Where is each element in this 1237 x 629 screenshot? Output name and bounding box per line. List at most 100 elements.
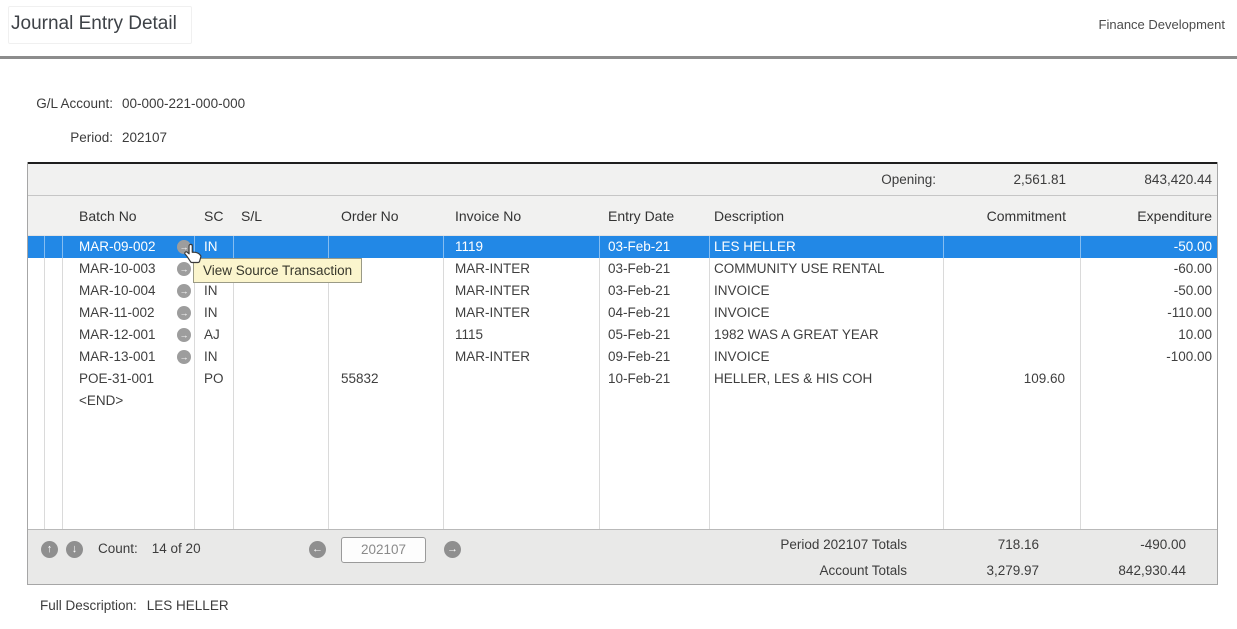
full-description-row: Full Description: LES HELLER xyxy=(40,598,229,613)
order-no xyxy=(329,302,444,324)
invoice-no: MAR-INTER xyxy=(444,302,600,324)
table-row[interactable]: POE-31-001 PO 55832 10-Feb-21 HELLER, LE… xyxy=(28,368,1217,390)
invoice-no xyxy=(444,368,600,390)
count-label: Count: xyxy=(98,541,138,556)
table-empty-area xyxy=(28,412,1217,529)
view-source-transaction-icon[interactable]: → xyxy=(177,350,191,364)
invoice-no: MAR-INTER xyxy=(444,346,600,368)
batch-no: MAR-10-004 xyxy=(79,280,156,302)
view-source-transaction-icon[interactable]: → xyxy=(177,306,191,320)
period-totals-commitment: 718.16 xyxy=(907,535,1039,554)
column-headers: Batch No SC S/L Order No Invoice No Entr… xyxy=(28,196,1217,236)
opening-commitment: 2,561.81 xyxy=(944,172,1081,187)
journal-entry-detail-page: Journal Entry Detail Finance Development… xyxy=(0,0,1237,629)
description: INVOICE xyxy=(710,346,944,368)
sc-code: PO xyxy=(195,368,234,390)
mouse-cursor-hand xyxy=(183,243,205,265)
record-count: Count: 14 of 20 xyxy=(98,541,201,556)
period-value: 202107 xyxy=(122,129,167,147)
period-totals-label: Period 202107 Totals xyxy=(780,535,907,554)
account-totals-expenditure: 842,930.44 xyxy=(1039,561,1186,580)
expenditure: -60.00 xyxy=(1081,258,1219,280)
commitment xyxy=(944,302,1081,324)
opening-label: Opening: xyxy=(28,172,944,187)
sc-code: IN xyxy=(195,302,234,324)
col-header-sc: SC xyxy=(195,208,234,224)
sc-code: IN xyxy=(195,280,234,302)
count-value: 14 of 20 xyxy=(152,541,201,556)
batch-no: MAR-10-003 xyxy=(79,258,156,280)
table-row-end-marker: <END> xyxy=(28,390,1217,412)
col-header-invoice-no: Invoice No xyxy=(444,208,600,224)
table-row[interactable]: MAR-12-001→ AJ 1115 05-Feb-21 1982 WAS A… xyxy=(28,324,1217,346)
commitment: 109.60 xyxy=(944,368,1081,390)
col-header-entry-date: Entry Date xyxy=(600,208,710,224)
end-marker: <END> xyxy=(79,390,123,412)
order-no xyxy=(329,324,444,346)
entry-date: 03-Feb-21 xyxy=(600,258,710,280)
commitment xyxy=(944,236,1081,258)
entry-date: 03-Feb-21 xyxy=(600,236,710,258)
app-header: Journal Entry Detail Finance Development xyxy=(0,0,1237,56)
table-row[interactable]: MAR-10-004→ IN MAR-INTER 03-Feb-21 INVOI… xyxy=(28,280,1217,302)
environment-label: Finance Development xyxy=(1099,17,1225,32)
col-header-expenditure: Expenditure xyxy=(1081,208,1219,224)
invoice-no: 1115 xyxy=(444,324,600,346)
sl-code xyxy=(234,302,329,324)
next-period-button[interactable]: → xyxy=(444,541,461,558)
col-header-description: Description xyxy=(710,208,944,224)
entry-date: 04-Feb-21 xyxy=(600,302,710,324)
expenditure: -50.00 xyxy=(1081,280,1219,302)
batch-no: MAR-11-002 xyxy=(79,302,155,324)
view-source-transaction-icon[interactable]: → xyxy=(177,284,191,298)
gl-account-row: G/L Account: 00-000-221-000-000 xyxy=(0,95,245,113)
sl-code xyxy=(234,368,329,390)
opening-expenditure: 843,420.44 xyxy=(1081,172,1219,187)
description: HELLER, LES & HIS COH xyxy=(710,368,944,390)
invoice-no: 1119 xyxy=(444,236,600,258)
order-no xyxy=(329,236,444,258)
gl-account-value: 00-000-221-000-000 xyxy=(122,95,245,113)
journal-entries-table: Opening: 2,561.81 843,420.44 Batch No SC… xyxy=(27,162,1218,585)
view-source-tooltip: View Source Transaction xyxy=(193,258,362,283)
table-row[interactable]: MAR-13-001→ IN MAR-INTER 09-Feb-21 INVOI… xyxy=(28,346,1217,368)
commitment xyxy=(944,324,1081,346)
col-header-batch-no: Batch No xyxy=(63,208,195,224)
batch-no: POE-31-001 xyxy=(79,368,154,390)
description: INVOICE xyxy=(710,280,944,302)
entry-date: 05-Feb-21 xyxy=(600,324,710,346)
invoice-no: MAR-INTER xyxy=(444,280,600,302)
page-title: Journal Entry Detail xyxy=(8,6,192,44)
entry-date: 09-Feb-21 xyxy=(600,346,710,368)
table-footer: ↑ ↓ Count: 14 of 20 ← 202107 → Period 20… xyxy=(28,529,1217,584)
view-source-transaction-icon[interactable]: → xyxy=(177,328,191,342)
scroll-up-button[interactable]: ↑ xyxy=(41,541,58,558)
sc-code: AJ xyxy=(195,324,234,346)
col-header-sl: S/L xyxy=(234,208,329,224)
header-divider xyxy=(0,56,1237,59)
opening-balance-bar: Opening: 2,561.81 843,420.44 xyxy=(28,162,1217,196)
scroll-down-button[interactable]: ↓ xyxy=(66,541,83,558)
col-header-commitment: Commitment xyxy=(944,208,1081,224)
table-row[interactable]: MAR-11-002 → IN MAR-INTER 04-Feb-21 INVOI… xyxy=(28,302,1217,324)
account-info: G/L Account: 00-000-221-000-000 Period: … xyxy=(0,95,245,163)
period-row: Period: 202107 xyxy=(0,129,245,147)
description: COMMUNITY USE RENTAL xyxy=(710,258,944,280)
description: 1982 WAS A GREAT YEAR xyxy=(710,324,944,346)
account-totals-commitment: 3,279.97 xyxy=(907,561,1039,580)
sl-code xyxy=(234,324,329,346)
previous-period-button[interactable]: ← xyxy=(309,541,326,558)
commitment xyxy=(944,346,1081,368)
expenditure: 10.00 xyxy=(1081,324,1219,346)
sl-code xyxy=(234,236,329,258)
batch-no: MAR-13-001 xyxy=(79,346,156,368)
gl-account-label: G/L Account: xyxy=(0,95,113,113)
order-no: 55832 xyxy=(329,368,444,390)
description: INVOICE xyxy=(710,302,944,324)
expenditure: -50.00 xyxy=(1081,236,1219,258)
full-description-value: LES HELLER xyxy=(147,598,229,613)
totals-block: Period 202107 Totals 718.16 -490.00 Acco… xyxy=(780,535,1186,580)
expenditure xyxy=(1081,368,1219,390)
period-input[interactable]: 202107 xyxy=(341,537,426,563)
table-row-selected[interactable]: MAR-09-002→ IN 1119 03-Feb-21 LES HELLER… xyxy=(28,236,1217,258)
